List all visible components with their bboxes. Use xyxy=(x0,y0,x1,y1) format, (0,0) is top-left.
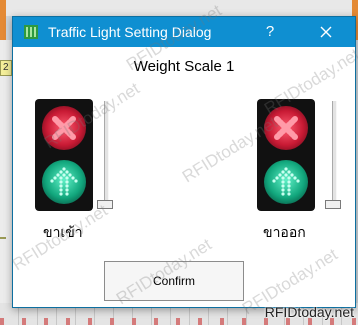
dialog-title: Traffic Light Setting Dialog xyxy=(48,24,212,40)
close-button[interactable] xyxy=(309,19,343,45)
background-panel xyxy=(0,40,12,310)
red-lamp xyxy=(42,106,86,150)
inbound-level-slider[interactable] xyxy=(97,101,113,209)
background-tag xyxy=(0,237,6,239)
background-accent-left xyxy=(0,0,6,40)
lane-label-outbound: ขาออก xyxy=(263,225,306,241)
dialog-body: Weight Scale 1 ขาเข้า ขาออก Confirm xyxy=(13,47,355,307)
lane-label-inbound: ขาเข้า xyxy=(43,225,83,241)
green-lamp xyxy=(42,160,86,204)
dialog-heading: Weight Scale 1 xyxy=(133,58,235,75)
background-tag: 2 xyxy=(0,60,12,76)
background-window xyxy=(0,0,358,16)
confirm-button[interactable]: Confirm xyxy=(104,261,244,301)
traffic-light-icon xyxy=(23,24,39,40)
help-icon: ? xyxy=(265,23,275,40)
close-icon xyxy=(320,26,332,38)
watermark-corner: RFIDtoday.net xyxy=(264,304,354,320)
green-lamp xyxy=(264,160,308,204)
title-bar[interactable]: Traffic Light Setting Dialog ? xyxy=(13,17,355,47)
go-arrow-up-icon xyxy=(272,167,300,196)
go-arrow-up-icon xyxy=(50,167,78,196)
stop-cross-icon xyxy=(274,116,298,140)
traffic-light-setting-dialog: Traffic Light Setting Dialog ? Weight Sc… xyxy=(12,16,356,308)
help-button[interactable]: ? xyxy=(255,19,285,45)
traffic-light-outbound[interactable] xyxy=(257,99,315,211)
slider-thumb[interactable] xyxy=(97,200,113,209)
stop-cross-icon xyxy=(52,116,76,140)
traffic-light-inbound[interactable] xyxy=(35,99,93,211)
outbound-level-slider[interactable] xyxy=(325,101,341,209)
slider-track xyxy=(104,101,109,209)
slider-track xyxy=(332,101,337,209)
slider-thumb[interactable] xyxy=(325,200,341,209)
red-lamp xyxy=(264,106,308,150)
